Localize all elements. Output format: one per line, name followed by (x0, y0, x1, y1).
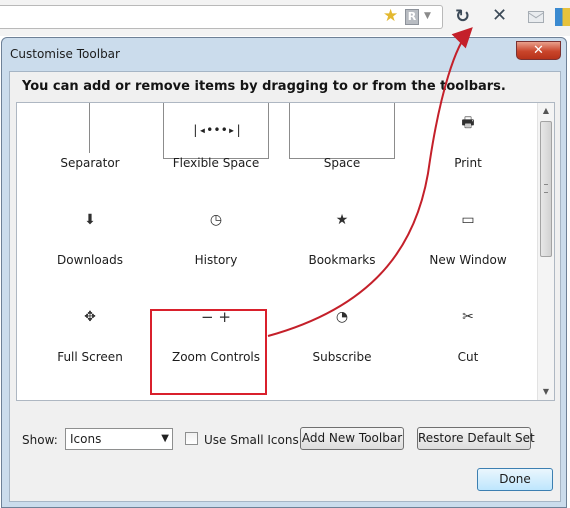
annotation-arrow (267, 27, 473, 337)
